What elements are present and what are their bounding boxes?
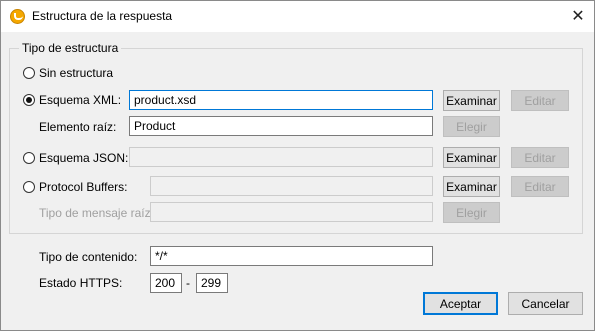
radio-sin-estructura[interactable] xyxy=(23,67,35,79)
examinar-protobuf-button[interactable]: Examinar xyxy=(443,176,500,197)
radio-esquema-xml-label[interactable]: Esquema XML: xyxy=(39,93,121,107)
json-schema-input[interactable] xyxy=(129,147,433,167)
https-status-separator: - xyxy=(186,276,190,290)
protocol-buffers-input[interactable] xyxy=(150,176,433,196)
elegir-message-button[interactable]: Elegir xyxy=(443,202,500,223)
structure-type-group-label: Tipo de estructura xyxy=(19,41,122,55)
xml-schema-input[interactable]: product.xsd xyxy=(129,90,433,110)
app-logo-icon xyxy=(10,9,25,24)
root-element-input[interactable]: Product xyxy=(129,116,433,136)
content-type-input[interactable]: */* xyxy=(150,246,433,266)
examinar-xml-button[interactable]: Examinar xyxy=(443,90,500,111)
root-message-type-input[interactable] xyxy=(150,202,433,222)
radio-esquema-xml[interactable] xyxy=(23,94,35,106)
examinar-json-button[interactable]: Examinar xyxy=(443,147,500,168)
cancel-button[interactable]: Cancelar xyxy=(508,292,583,315)
accept-button[interactable]: Aceptar xyxy=(423,292,498,315)
radio-esquema-json[interactable] xyxy=(23,152,35,164)
editar-protobuf-button[interactable]: Editar xyxy=(511,176,569,197)
close-icon[interactable]: ✕ xyxy=(563,3,593,29)
root-message-type-label: Tipo de mensaje raíz: xyxy=(39,206,154,220)
radio-protocol-buffers[interactable] xyxy=(23,181,35,193)
root-element-label: Elemento raíz: xyxy=(39,120,117,134)
title-bar: Estructura de la respuesta ✕ xyxy=(1,1,594,32)
radio-sin-estructura-label[interactable]: Sin estructura xyxy=(39,66,113,80)
radio-protocol-buffers-label[interactable]: Protocol Buffers: xyxy=(39,180,128,194)
elegir-root-button[interactable]: Elegir xyxy=(443,116,500,137)
window-title: Estructura de la respuesta xyxy=(32,9,173,23)
content-type-label: Tipo de contenido: xyxy=(39,250,138,264)
https-status-label: Estado HTTPS: xyxy=(39,276,123,290)
editar-xml-button[interactable]: Editar xyxy=(511,90,569,111)
editar-json-button[interactable]: Editar xyxy=(511,147,569,168)
https-status-from-input[interactable]: 200 xyxy=(150,273,182,293)
radio-esquema-json-label[interactable]: Esquema JSON: xyxy=(39,151,128,165)
https-status-to-input[interactable]: 299 xyxy=(196,273,228,293)
